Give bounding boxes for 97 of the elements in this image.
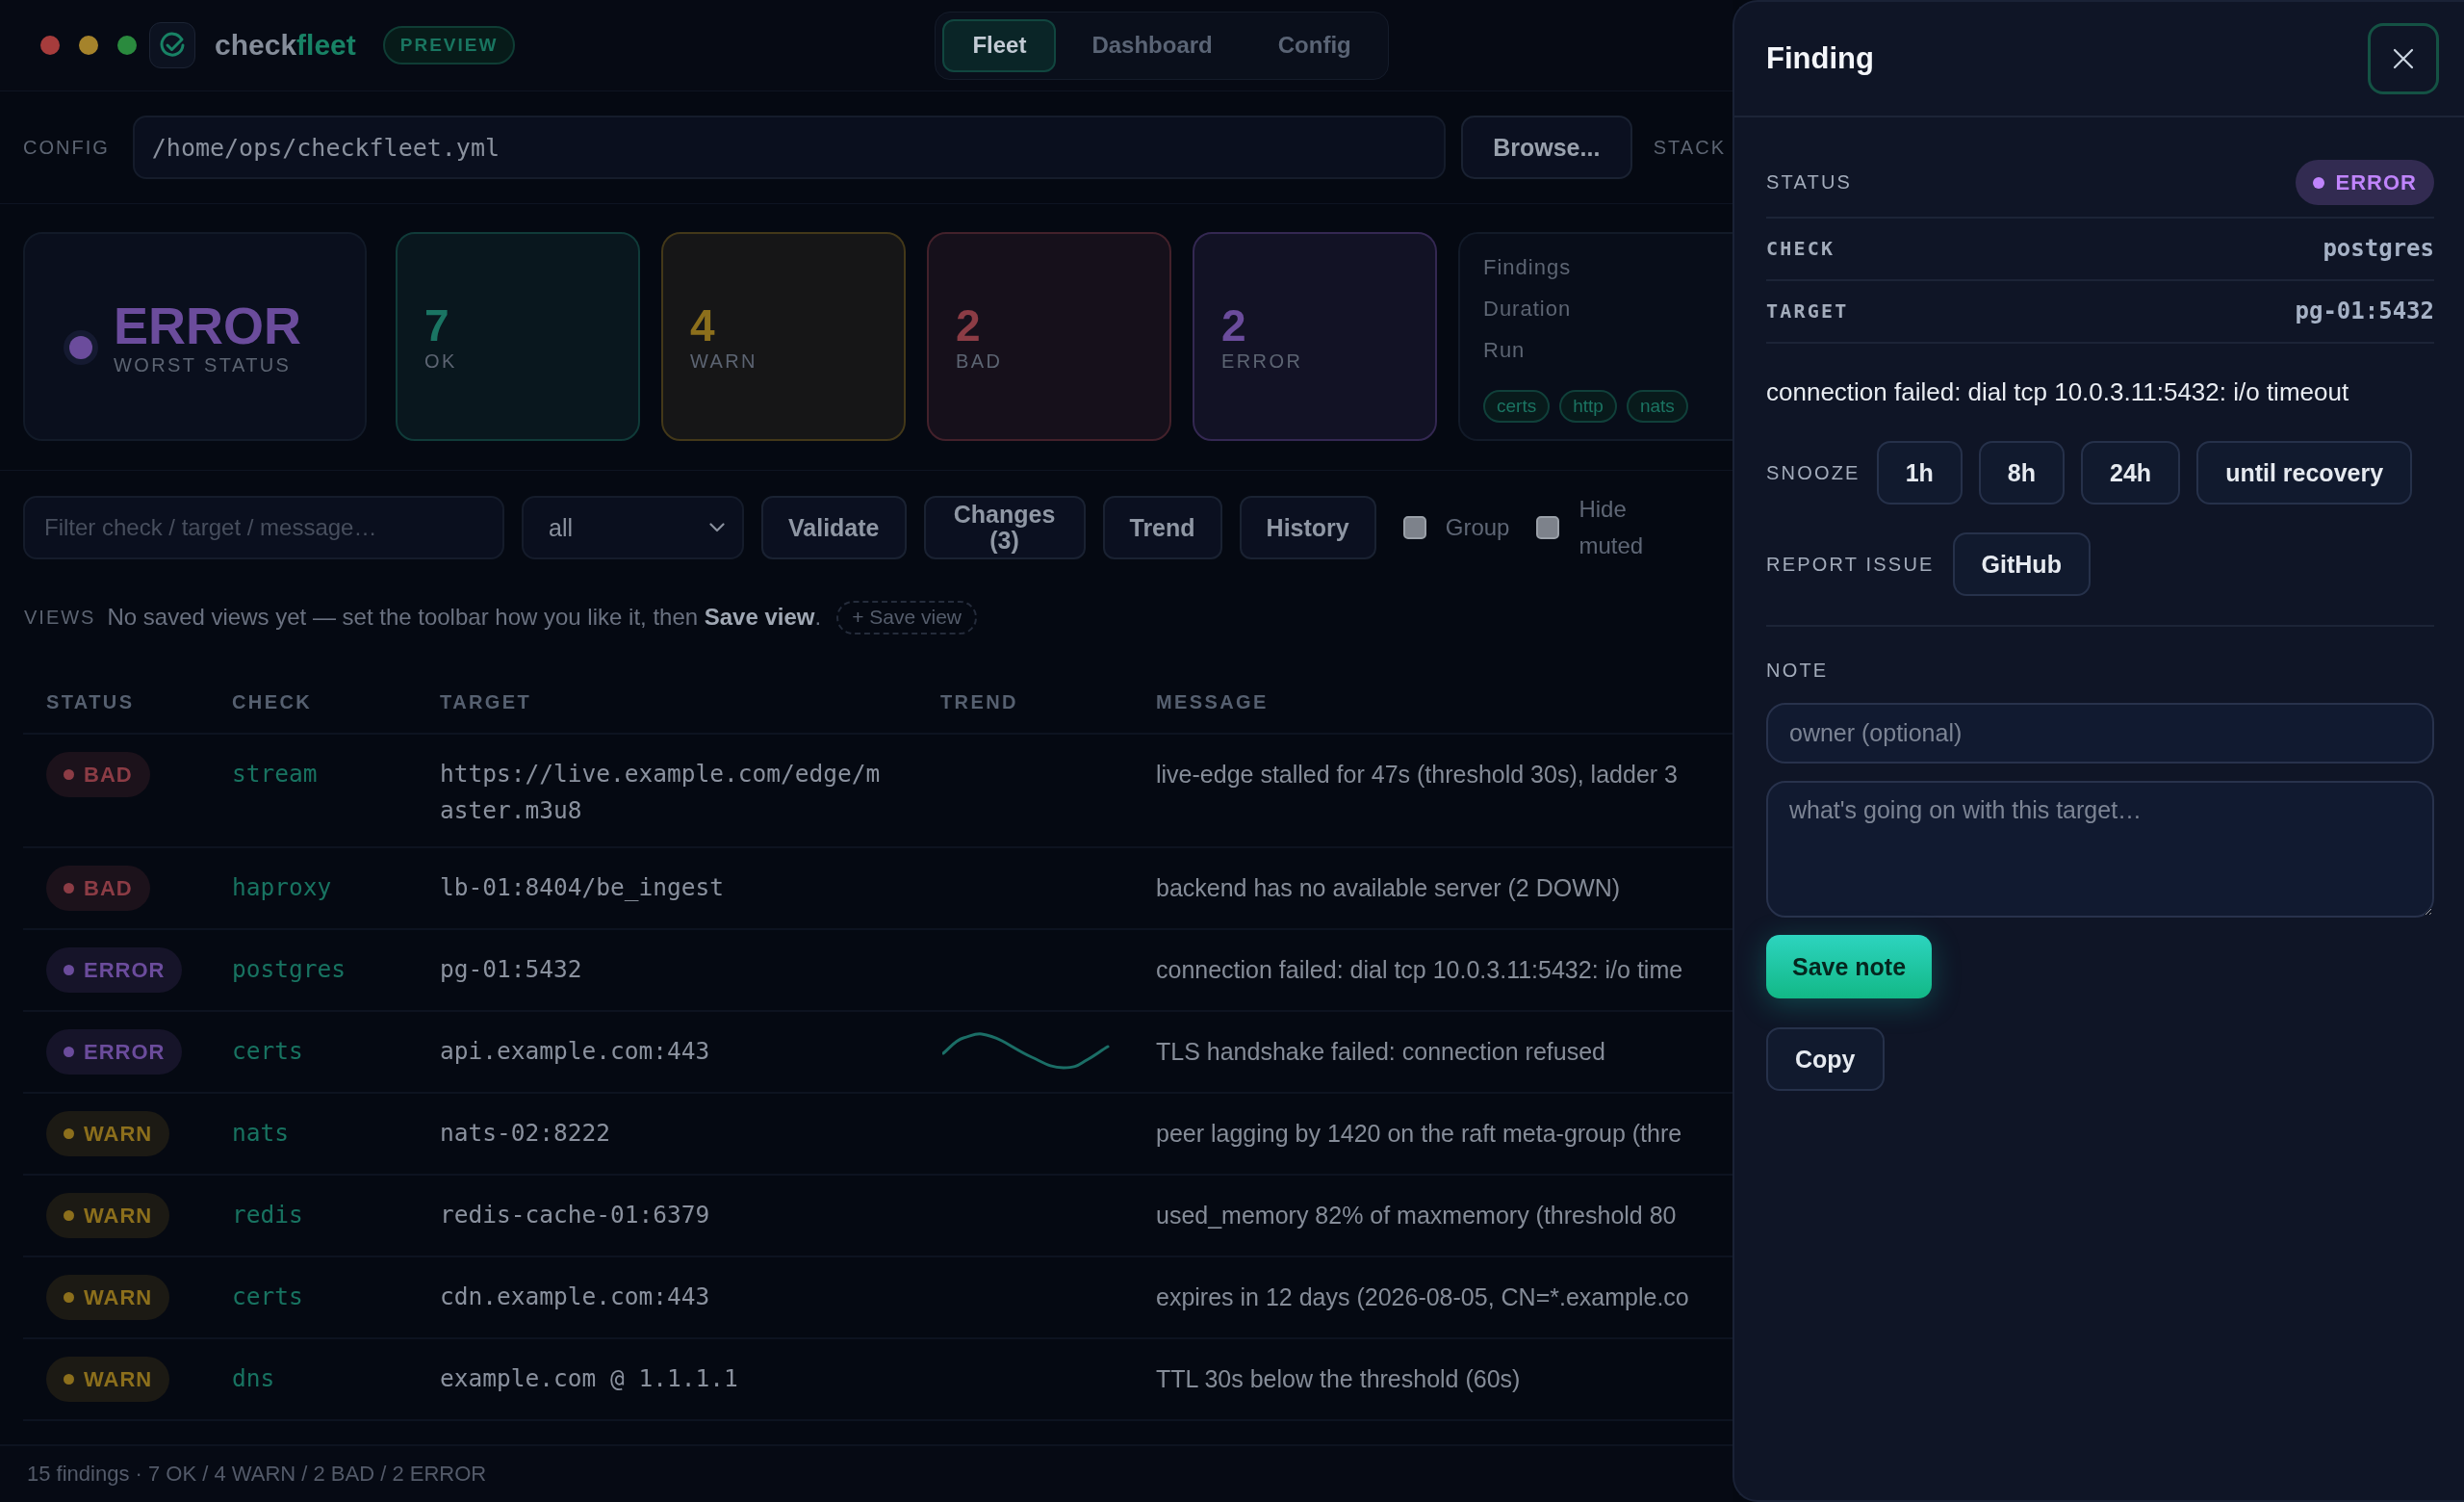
field-label: CONFIG: [23, 136, 110, 159]
status-label: WARN: [84, 1284, 153, 1310]
check-name: redis: [232, 1200, 304, 1230]
status-filter-select[interactable]: all: [522, 496, 744, 559]
checkbox-label[interactable]: Hide muted: [1578, 491, 1644, 564]
message-text: TTL 30s below the threshold (60s): [1156, 1364, 1522, 1394]
worst-status-label: WORST STATUS: [114, 354, 293, 376]
owner-input[interactable]: owner (optional): [1766, 703, 2434, 764]
note-label: NOTE: [1766, 660, 1830, 682]
column-header: STATUS: [45, 690, 136, 713]
report-issue-label: REPORT ISSUE: [1766, 553, 1935, 576]
toolbar-button[interactable]: History: [1239, 496, 1376, 559]
count-value: 2: [956, 300, 982, 350]
message-text: live-edge stalled for 47s (threshold 30s), ladder 3: [1156, 760, 1679, 790]
target-address: nats-02:8222: [440, 1118, 611, 1149]
count-label: WARN: [690, 350, 758, 373]
toolbar-button[interactable]: Changes (3): [923, 496, 1086, 559]
check-name: nats: [232, 1118, 290, 1149]
preview-badge: PREVIEW: [382, 26, 516, 65]
check-name: dns: [232, 1363, 276, 1394]
column-header: MESSAGE: [1156, 690, 1270, 713]
toolbar-button[interactable]: Trend: [1102, 496, 1222, 559]
views-label: VIEWS: [24, 606, 96, 629]
column-header: TARGET: [440, 690, 533, 713]
message-text: peer lagging by 1420 on the raft meta-group (thre: [1156, 1119, 1683, 1149]
close-icon: [2393, 48, 2414, 69]
target-address: redis-cache-01:6379: [440, 1200, 711, 1230]
close-button[interactable]: [2368, 23, 2439, 94]
info-label: Findings: [1483, 254, 1573, 281]
checkbox[interactable]: [1536, 516, 1560, 539]
check-name: stream: [232, 759, 319, 790]
count-label: ERROR: [1221, 350, 1304, 373]
note-textarea[interactable]: what's going on with this target…: [1766, 781, 2434, 918]
status-label: BAD: [84, 875, 133, 901]
status-label: WARN: [84, 1203, 153, 1229]
panel-title: Finding: [1766, 41, 1874, 76]
target-address: example.com @ 1.1.1.1: [440, 1363, 739, 1394]
worst-status-value: ERROR: [114, 297, 301, 354]
minimize-window-icon[interactable]: [79, 36, 98, 55]
status-bar-text: 15 findings · 7 OK / 4 WARN / 2 BAD / 2 ERROR: [27, 1462, 487, 1487]
snooze-button[interactable]: 24h: [2081, 441, 2181, 505]
count-value: 2: [1221, 300, 1247, 350]
finding-message: connection failed: dial tcp 10.0.3.11:5432: i/o timeout: [1766, 376, 2350, 408]
info-label: Run: [1483, 337, 1527, 364]
config-path-input[interactable]: /home/ops/checkfleet.yml: [132, 116, 1446, 179]
field-label: CHECK: [1766, 236, 1835, 262]
status-label: BAD: [84, 762, 133, 788]
views-hint: No saved views yet — set the toolbar how you like it, then Save view.: [107, 604, 822, 631]
toolbar-button[interactable]: Validate: [761, 496, 907, 559]
checkbox[interactable]: [1402, 516, 1426, 539]
snooze-button[interactable]: 8h: [1978, 441, 2066, 505]
check-name: haproxy: [232, 872, 333, 903]
info-label: Duration: [1483, 296, 1573, 323]
target-address: pg-01:5432: [440, 954, 583, 985]
github-button[interactable]: GitHub: [1952, 532, 2091, 596]
status-label: WARN: [84, 1121, 153, 1147]
snooze-button[interactable]: until recovery: [2196, 441, 2413, 505]
logo-icon: [149, 22, 195, 68]
column-header: TREND: [940, 690, 1019, 713]
chevron-down-icon: [709, 523, 725, 532]
message-text: used_memory 82% of maxmemory (threshold 80: [1156, 1201, 1678, 1230]
nav-tab[interactable]: Fleet: [942, 18, 1057, 72]
snooze-button[interactable]: 1h: [1876, 441, 1963, 505]
field-label: TARGET: [1766, 298, 1849, 324]
field-value: pg-01:5432: [2295, 297, 2434, 326]
target-address: cdn.example.com:443: [440, 1282, 711, 1312]
browse-button[interactable]: Browse...: [1460, 116, 1632, 179]
status-label: ERROR: [2335, 169, 2417, 195]
count-value: 7: [424, 300, 450, 350]
target-address: https://live.example.com/edge/master.m3u8: [440, 759, 882, 826]
count-value: 4: [690, 300, 716, 350]
check-name: certs: [232, 1282, 304, 1312]
filter-input[interactable]: Filter check / target / message…: [23, 496, 504, 559]
app-name: checkfleet: [215, 29, 356, 62]
status-label: ERROR: [84, 1039, 166, 1065]
close-window-icon[interactable]: [40, 36, 60, 55]
target-address: api.example.com:443: [440, 1036, 711, 1067]
count-label: BAD: [956, 350, 1004, 373]
maximize-window-icon[interactable]: [117, 36, 137, 55]
status-label: ERROR: [84, 957, 166, 983]
status-label: WARN: [84, 1366, 153, 1392]
field-value: postgres: [2323, 234, 2434, 264]
check-name: postgres: [232, 954, 346, 985]
count-label: OK: [424, 350, 458, 373]
message-text: backend has no available server (2 DOWN): [1156, 873, 1622, 903]
column-header: CHECK: [232, 690, 314, 713]
checkbox-label[interactable]: Group: [1445, 509, 1510, 546]
field-label: STACK: [1653, 136, 1726, 159]
field-label: STATUS: [1766, 171, 1853, 194]
snooze-label: SNOOZE: [1766, 461, 1861, 484]
message-text: TLS handshake failed: connection refused: [1156, 1037, 1606, 1067]
message-text: expires in 12 days (2026-08-05, CN=*.example.co: [1156, 1282, 1690, 1312]
target-address: lb-01:8404/be_ingest: [440, 872, 725, 903]
check-name: certs: [232, 1036, 304, 1067]
copy-button[interactable]: Copy: [1766, 1027, 1885, 1091]
message-text: connection failed: dial tcp 10.0.3.11:5432: i/o time: [1156, 955, 1684, 985]
save-note-button[interactable]: Save note: [1766, 935, 1933, 998]
